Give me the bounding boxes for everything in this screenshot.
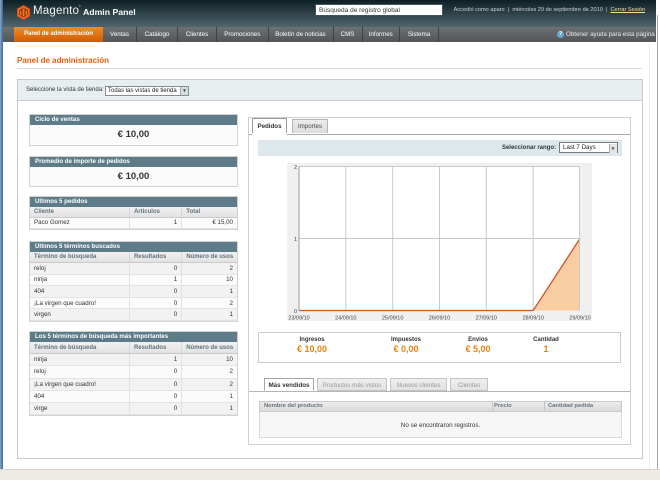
svg-text:24/09/10: 24/09/10 — [335, 316, 356, 322]
svg-text:26/09/10: 26/09/10 — [429, 316, 450, 322]
svg-text:0: 0 — [294, 309, 297, 315]
svg-text:28/09/10: 28/09/10 — [522, 316, 543, 322]
svg-text:1: 1 — [294, 237, 297, 243]
svg-text:25/09/10: 25/09/10 — [382, 316, 403, 322]
svg-text:27/09/10: 27/09/10 — [476, 316, 497, 322]
svg-text:29/09/10: 29/09/10 — [569, 316, 590, 322]
svg-text:2: 2 — [294, 165, 297, 171]
svg-text:23/09/10: 23/09/10 — [288, 316, 309, 322]
